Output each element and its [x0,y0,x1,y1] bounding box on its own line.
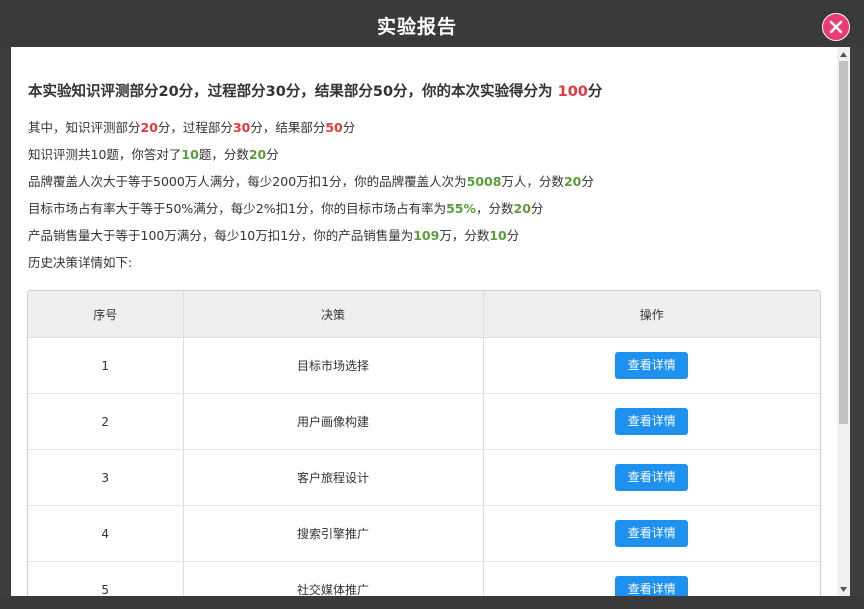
knowledge-points: 20 [140,120,158,135]
arrow-down-icon [840,586,847,592]
line-text: 分 [530,201,544,216]
brand-coverage-score: 20 [563,174,582,189]
header-decision: 决策 [183,291,484,338]
history-heading: 历史决策详情如下: [28,255,133,270]
vertical-scrollbar[interactable] [837,47,850,596]
line-text: 分 [266,147,279,162]
line-text: 其中，知识评测部分 [28,120,141,135]
knowledge-score: 20 [248,147,267,162]
line-text: 知识评测共10题，你答对了 [28,147,182,162]
brand-coverage-line: 品牌覆盖人次大于等于5000万人满分，每少200万扣1分，你的品牌覆盖人次为50… [28,171,594,190]
view-details-button[interactable]: 查看详情 [615,520,689,547]
score-breakdown-line: 其中，知识评测部分20分，过程部分30分，结果部分50分 [28,117,355,136]
header-number: 序号 [28,291,184,338]
line-text: 题，分数 [198,147,249,162]
market-share-value: 55% [446,201,476,216]
table-row: 2 用户画像构建 查看详情 [28,393,820,450]
row-action-cell: 查看详情 [483,561,820,596]
table-row: 1 目标市场选择 查看详情 [28,337,820,394]
scrollbar-thumb[interactable] [839,61,848,424]
line-text: 品牌覆盖人次大于等于5000万人满分，每少200万扣1分，你的品牌覆盖人次为 [28,174,467,189]
line-text: 分，结果部分 [250,120,326,135]
market-share-line: 目标市场占有率大于等于50%满分，每少2%扣1分，你的目标市场占有率为55%，分… [28,198,543,217]
scroll-down-button[interactable] [837,582,850,596]
correct-answers: 10 [181,147,199,162]
row-number: 3 [28,449,184,506]
table-row: 4 搜索引擎推广 查看详情 [28,505,820,562]
sales-volume-line: 产品销售量大于等于100万满分，每少10万扣1分，你的产品销售量为109万，分数… [28,225,519,244]
knowledge-test-line: 知识评测共10题，你答对了10题，分数20分 [28,144,279,163]
row-number: 5 [28,561,184,596]
arrow-up-icon [840,51,847,57]
line-text: ，分数 [476,201,514,216]
line-text: 分 [342,120,356,135]
header-action: 操作 [483,291,820,338]
decision-history-table: 序号 决策 操作 1 目标市场选择 查看详情 2 用户画像构建 查看详情 3 客… [27,290,821,596]
view-details-button[interactable]: 查看详情 [615,352,689,379]
close-button[interactable] [822,13,850,41]
row-decision: 搜索引擎推广 [183,505,484,562]
row-decision: 社交媒体推广 [183,561,484,596]
row-number: 4 [28,505,184,562]
view-details-button[interactable]: 查看详情 [615,408,689,435]
dialog-bottom-edge [0,596,864,609]
brand-coverage-value: 5008 [466,174,502,189]
line-text: 分 [581,174,594,189]
sales-volume-score: 10 [489,228,507,243]
scroll-up-button[interactable] [837,47,850,61]
table-header-row: 序号 决策 操作 [28,291,820,338]
row-number: 1 [28,337,184,394]
table-row: 5 社交媒体推广 查看详情 [28,561,820,596]
row-action-cell: 查看详情 [483,337,820,394]
line-text: 目标市场占有率大于等于50%满分，每少2%扣1分，你的目标市场占有率为 [28,201,447,216]
table-row: 3 客户旅程设计 查看详情 [28,449,820,506]
row-decision: 目标市场选择 [183,337,484,394]
summary-unit: 分 [587,84,603,100]
process-points: 30 [232,120,251,135]
total-score: 100 [557,84,588,100]
row-decision: 客户旅程设计 [183,449,484,506]
view-details-button[interactable]: 查看详情 [615,464,689,491]
close-icon [829,20,843,34]
row-action-cell: 查看详情 [483,393,820,450]
row-number: 2 [28,393,184,450]
market-share-score: 20 [513,201,531,216]
score-summary: 本实验知识评测部分20分，过程部分30分，结果部分50分，你的本次实验得分为 1… [28,80,602,101]
summary-text: 本实验知识评测部分20分，过程部分30分，结果部分50分，你的本次实验得分为 [28,84,553,100]
view-details-button[interactable]: 查看详情 [615,576,689,596]
row-action-cell: 查看详情 [483,505,820,562]
row-decision: 用户画像构建 [183,393,484,450]
line-text: 产品销售量大于等于100万满分，每少10万扣1分，你的产品销售量为 [28,228,414,243]
report-content: 本实验知识评测部分20分，过程部分30分，结果部分50分，你的本次实验得分为 1… [11,47,837,596]
result-points: 50 [325,120,343,135]
line-text: 分 [506,228,520,243]
row-action-cell: 查看详情 [483,449,820,506]
dialog-title: 实验报告 [376,16,457,38]
line-text: 万，分数 [439,228,490,243]
line-text: 分，过程部分 [157,120,233,135]
sales-volume-value: 109 [413,228,440,243]
line-text: 万人，分数 [501,174,564,189]
